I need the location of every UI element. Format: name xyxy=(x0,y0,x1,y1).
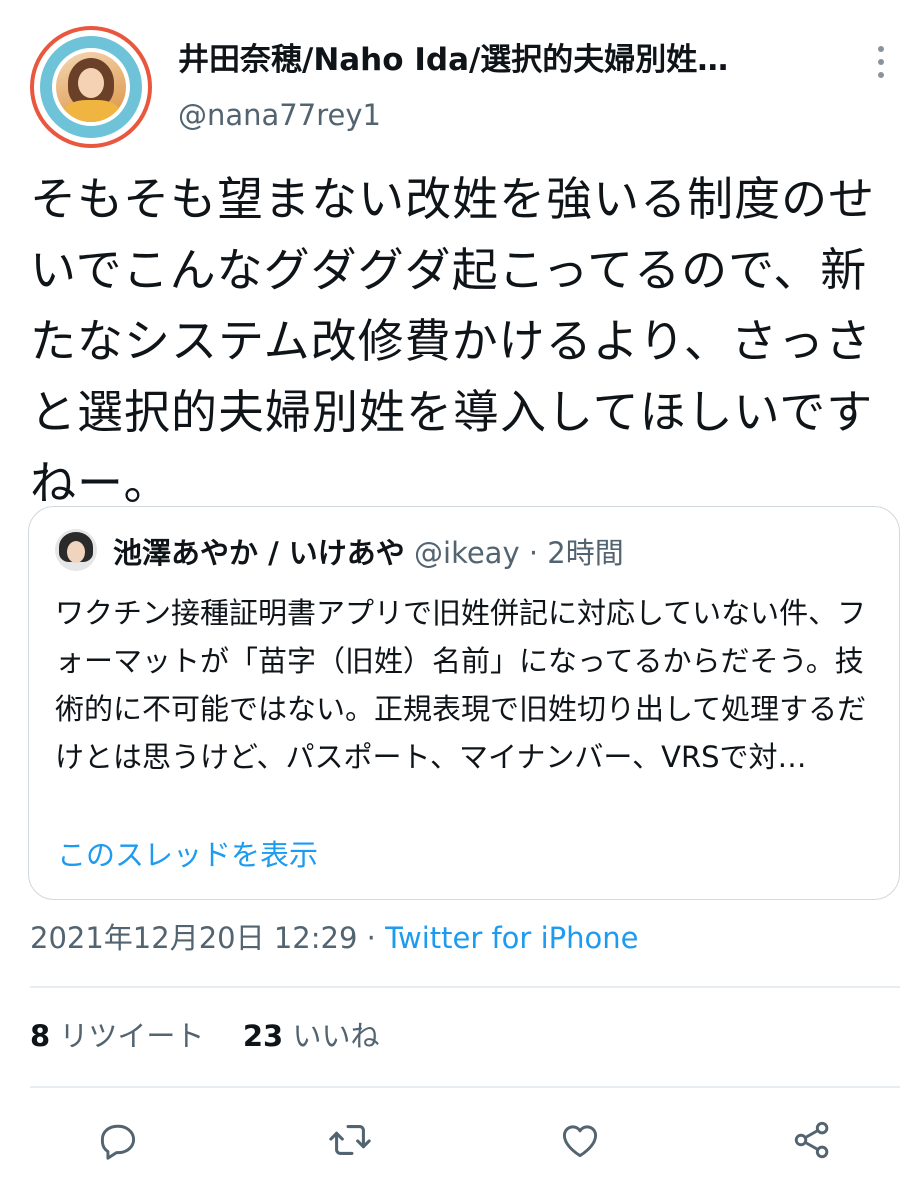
quoted-tweet-header: 池澤あやか / いけあや @ikeay · 2時間 xyxy=(113,533,873,573)
retweet-button[interactable] xyxy=(322,1112,378,1168)
author-display-name[interactable]: 井田奈穂/Naho Ida/選択的夫婦別姓… xyxy=(178,40,818,80)
share-icon xyxy=(794,1121,829,1159)
tweet-source[interactable]: Twitter for iPhone xyxy=(385,921,638,955)
tweet-timestamp: 2021年12月20日 12:29 · Twitter for iPhone xyxy=(30,918,638,958)
tweet-text: そもそも望まない改姓を強いる制度のせいでこんなグダグダ起こってるので、新たなシス… xyxy=(30,172,876,510)
quoted-author-avatar xyxy=(55,529,97,571)
author-avatar[interactable] xyxy=(30,26,152,148)
tweet-actions xyxy=(0,1112,924,1168)
likes-label[interactable]: いいね xyxy=(292,1019,379,1053)
show-thread-link[interactable]: このスレッドを表示 xyxy=(57,835,318,875)
quoted-tweet-time: 2時間 xyxy=(547,536,624,570)
avatar-photo xyxy=(56,52,126,122)
quoted-meta-separator: · xyxy=(528,536,539,570)
like-button[interactable] xyxy=(552,1112,608,1168)
retweets-count[interactable]: 8 xyxy=(30,1019,50,1053)
retweet-icon xyxy=(329,1125,371,1155)
divider-top xyxy=(30,986,900,988)
quoted-author-handle: @ikeay xyxy=(414,536,520,570)
like-icon xyxy=(562,1125,598,1158)
more-options-icon[interactable] xyxy=(866,44,896,80)
quoted-author-name: 池澤あやか / いけあや xyxy=(113,536,405,570)
reply-button[interactable] xyxy=(90,1112,146,1168)
reply-icon xyxy=(100,1124,136,1160)
divider-bottom xyxy=(30,1086,900,1088)
likes-count[interactable]: 23 xyxy=(243,1019,283,1053)
retweets-label[interactable]: リツイート xyxy=(59,1019,204,1053)
tweet-header: 井田奈穂/Naho Ida/選択的夫婦別姓… @nana77rey1 xyxy=(0,0,924,160)
engagement-stats: 8 リツイート 23 いいね xyxy=(30,1016,379,1056)
quoted-tweet-text: ワクチン接種証明書アプリで旧姓併記に対応していない件、フォーマットが「苗字（旧姓… xyxy=(55,596,867,774)
quoted-tweet-card[interactable]: 池澤あやか / いけあや @ikeay · 2時間 ワクチン接種証明書アプリで旧… xyxy=(28,506,900,900)
timestamp-separator: · xyxy=(366,921,376,955)
share-button[interactable] xyxy=(784,1112,840,1168)
tweet-datetime[interactable]: 2021年12月20日 12:29 xyxy=(30,921,357,955)
author-handle[interactable]: @nana77rey1 xyxy=(178,96,381,134)
